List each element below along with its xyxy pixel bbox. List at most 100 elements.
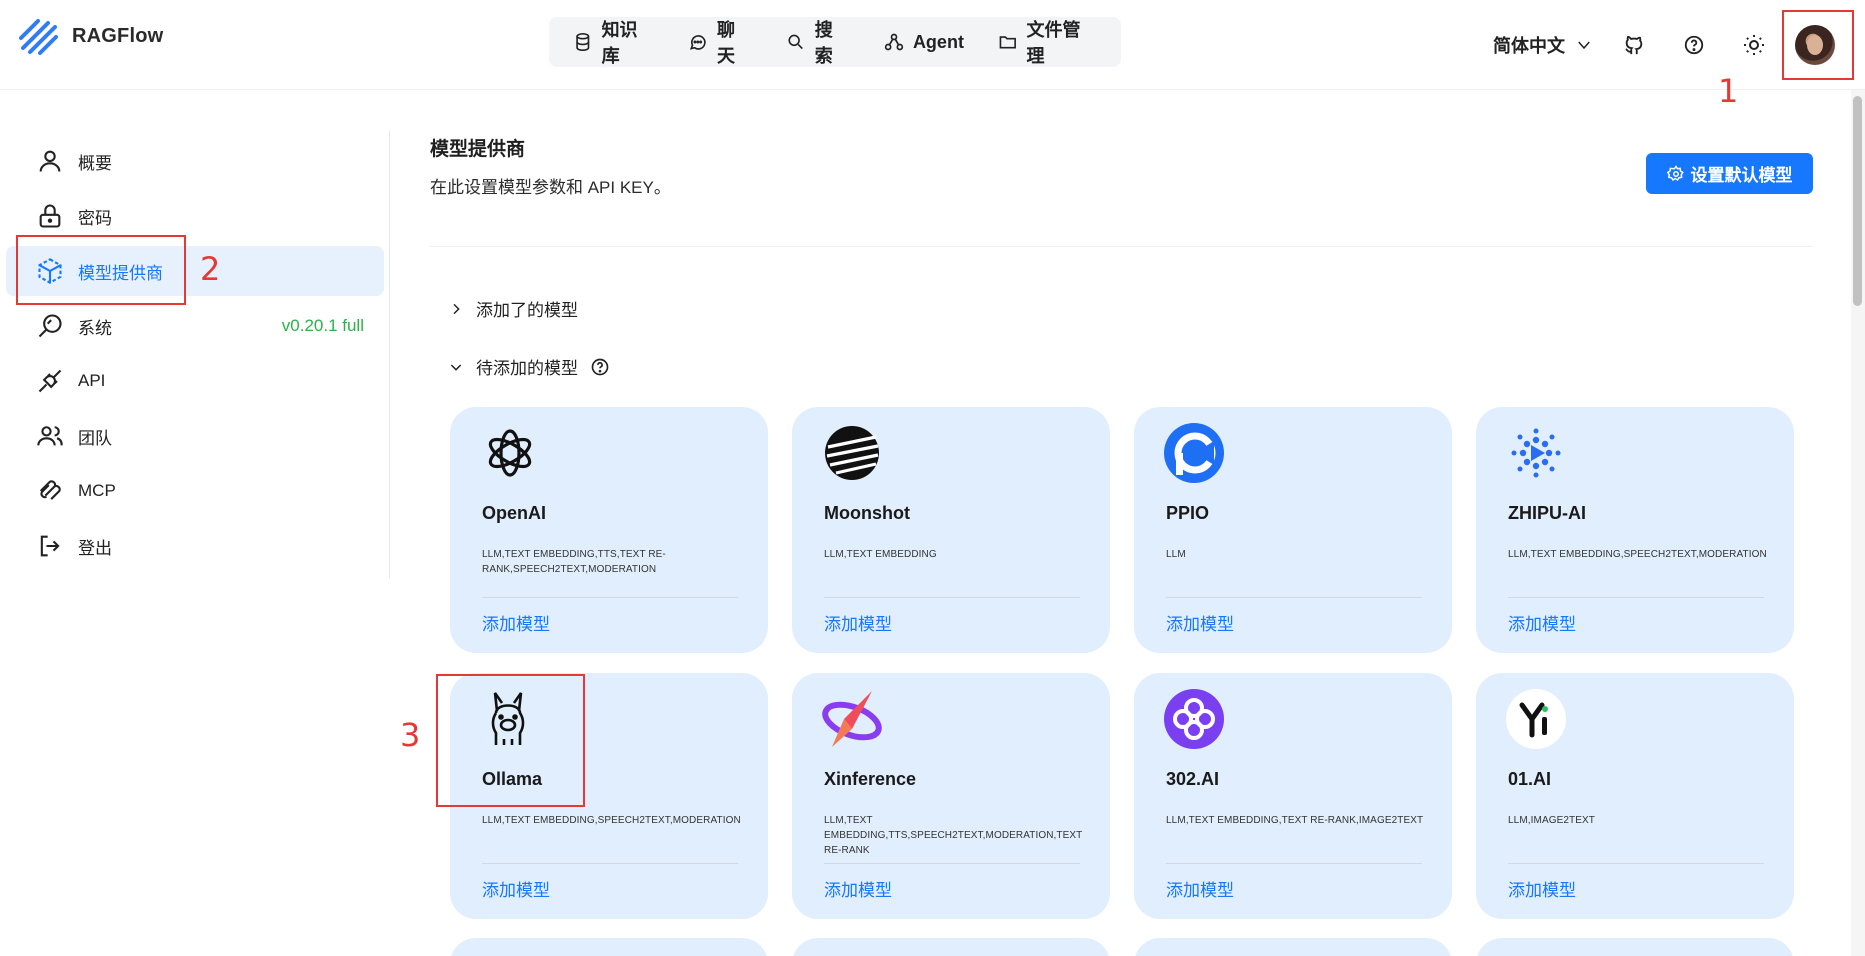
help-icon [1684,35,1704,55]
provider-card-302ai[interactable]: 302.AI LLM,TEXT EMBEDDING,TEXT RE-RANK,I… [1134,673,1452,919]
card-divider [1166,597,1422,598]
github-button[interactable] [1615,26,1653,64]
sidebar-item-system[interactable]: 系统 v0.20.1 full [6,301,384,351]
provider-tags: LLM,TEXT EMBEDDING [824,549,937,560]
zhipu-logo-icon [1506,423,1566,483]
help-icon[interactable] [590,357,610,377]
chevron-down-icon [450,363,462,371]
scrollbar-thumb[interactable] [1853,96,1862,306]
annotation-box-1 [1782,10,1854,80]
theme-toggle-button[interactable] [1735,26,1773,64]
app-name: RAGFlow [72,24,164,47]
add-model-link[interactable]: 添加模型 [824,610,892,635]
provider-card-ppio[interactable]: PPIO LLM 添加模型 [1134,407,1452,653]
help-button[interactable] [1675,26,1713,64]
nav-chat[interactable]: 聊天 [674,20,766,66]
section-label: 待添加的模型 [476,359,578,378]
gear-icon [1666,164,1684,181]
added-models-toggle[interactable]: 添加了的模型 [448,296,578,321]
section-label: 添加了的模型 [476,301,578,320]
sidebar-item-team[interactable]: 团队 [6,411,384,461]
annotation-box-3 [436,674,585,807]
sidebar-item-label: 概要 [78,153,112,173]
main-nav: 知识库 聊天 搜索 Agent 文件管理 [549,17,1121,67]
ragflow-logo-icon [19,19,58,55]
annotation-number-3: 3 [400,716,421,754]
sidebar-item-label: 密码 [78,208,112,228]
provider-card-01ai[interactable]: 01.AI LLM,IMAGE2TEXT 添加模型 [1476,673,1794,919]
provider-card-moonshot[interactable]: Moonshot LLM,TEXT EMBEDDING 添加模型 [792,407,1110,653]
card-divider [1508,863,1764,864]
provider-card-openai[interactable]: OpenAI LLM,TEXT EMBEDDING,TTS,TEXT RE-RA… [450,407,768,653]
provider-card-xinference[interactable]: Xinference LLM,TEXT EMBEDDING,TTS,SPEECH… [792,673,1110,919]
add-model-link[interactable]: 添加模型 [824,876,892,901]
chat-icon [690,35,707,50]
add-model-link[interactable]: 添加模型 [482,876,550,901]
add-model-link[interactable]: 添加模型 [1166,610,1234,635]
add-model-link[interactable]: 添加模型 [1166,876,1234,901]
content-divider [430,246,1813,247]
mcp-icon [39,480,61,500]
folder-icon [999,36,1016,49]
provider-name: ZHIPU-AI [1508,503,1586,523]
version-label: v0.20.1 full [281,316,364,335]
provider-tags: LLM [1166,549,1186,560]
set-default-model-button[interactable]: 设置默认模型 [1646,153,1813,194]
sidebar-item-logout[interactable]: 登出 [6,521,384,571]
nav-label: 聊天 [716,20,735,66]
01ai-logo-icon [1506,689,1566,749]
openai-logo-icon [480,423,540,483]
pending-models-toggle[interactable]: 待添加的模型 [448,354,610,379]
add-model-link[interactable]: 添加模型 [1508,876,1576,901]
nav-search[interactable]: 搜索 [772,20,864,66]
provider-card-partial[interactable] [450,938,768,956]
chevron-right-icon [453,303,460,314]
sidebar-item-label: 登出 [78,538,112,558]
sidebar-item-label: 团队 [78,428,112,448]
provider-name: Moonshot [824,503,910,523]
database-icon [576,33,590,51]
add-model-link[interactable]: 添加模型 [482,610,550,635]
provider-tags: LLM,TEXT EMBEDDING,TTS,TEXT RE-RANK,SPEE… [482,549,666,575]
team-icon [37,426,63,446]
sidebar-item-api[interactable]: API [6,356,384,406]
search-icon [788,34,804,50]
annotation-number-2: 2 [200,250,221,288]
ppio-logo-icon [1164,423,1224,483]
provider-tags: LLM,TEXT EMBEDDING,SPEECH2TEXT,MODERATIO… [1508,549,1767,560]
language-label: 简体中文 [1493,36,1565,56]
card-divider [824,863,1080,864]
card-divider [1508,597,1764,598]
nav-file-management[interactable]: 文件管理 [984,20,1111,66]
nav-agent[interactable]: Agent [870,22,978,62]
xinference-logo-icon [822,689,882,749]
provider-name: Xinference [824,769,917,789]
provider-card-partial[interactable] [1134,938,1452,956]
gauge-icon [38,314,62,338]
card-divider [824,597,1080,598]
sidebar-item-label: MCP [78,481,116,500]
card-divider [1166,863,1422,864]
user-icon [39,150,61,172]
provider-card-partial[interactable] [792,938,1110,956]
provider-tags: LLM,IMAGE2TEXT [1508,815,1595,826]
sidebar-item-label: 系统 [78,318,112,338]
provider-card-zhipu[interactable]: ZHIPU-AI LLM,TEXT EMBEDDING,SPEECH2TEXT,… [1476,407,1794,653]
sidebar-item-mcp[interactable]: MCP [6,466,384,516]
add-model-link[interactable]: 添加模型 [1508,610,1576,635]
page-subtitle: 在此设置模型参数和 API KEY。 [430,178,671,197]
annotation-box-2 [16,235,186,305]
app-logo[interactable]: RAGFlow [18,16,163,56]
provider-name: OpenAI [482,503,547,523]
nav-label: 知识库 [601,20,638,66]
nav-label: 搜索 [814,20,833,66]
sidebar-item-profile[interactable]: 概要 [6,136,384,186]
page-title: 模型提供商 [430,139,526,160]
sidebar-item-password[interactable]: 密码 [6,191,384,241]
language-selector[interactable]: 简体中文 [1493,32,1593,58]
nav-knowledge-base[interactable]: 知识库 [559,20,668,66]
provider-tags: LLM,TEXT EMBEDDING,TTS,SPEECH2TEXT,MODER… [824,815,1083,856]
card-divider [482,863,738,864]
provider-card-partial[interactable] [1476,938,1794,956]
logout-icon [40,535,60,557]
